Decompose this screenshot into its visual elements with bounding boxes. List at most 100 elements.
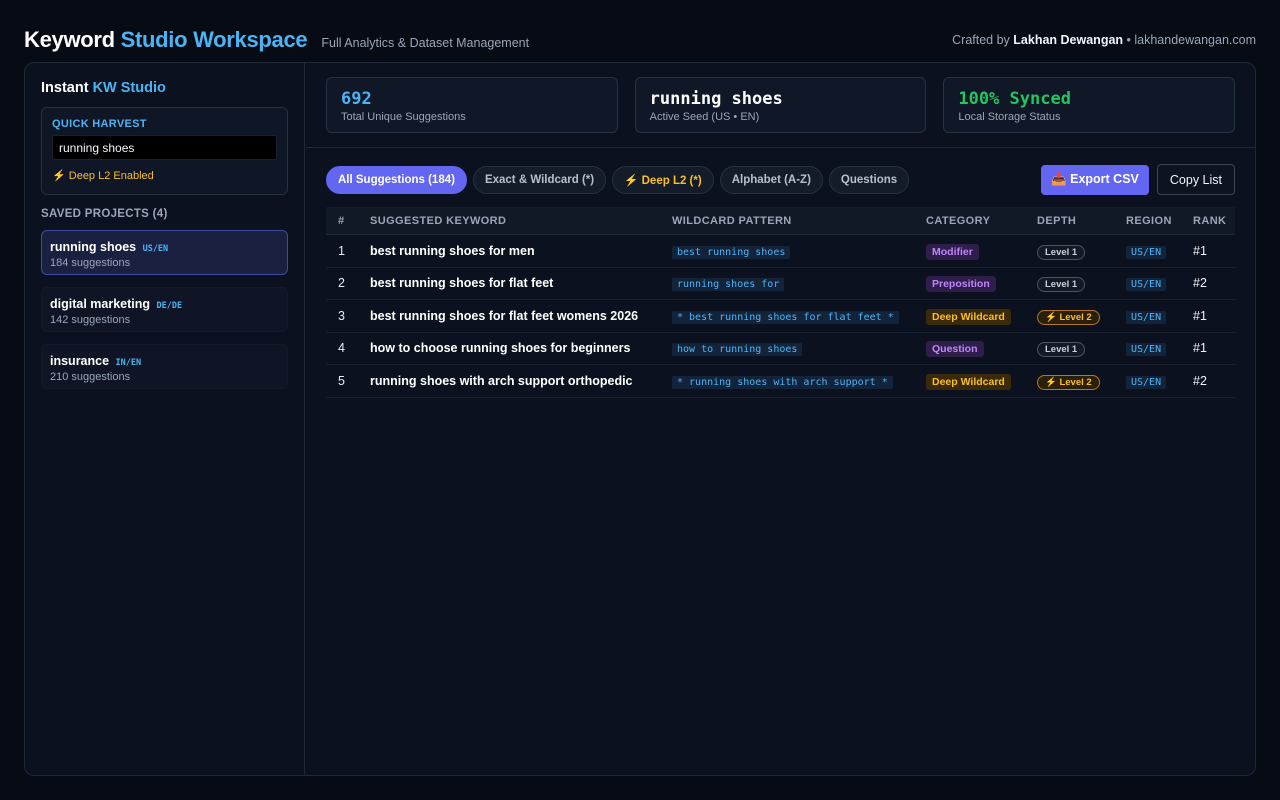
col-header-depth[interactable]: DEPTH [1037, 215, 1126, 227]
filter-chip-exact-wildcard[interactable]: Exact & Wildcard (*) [472, 165, 607, 194]
row-keyword: best running shoes for flat feet [370, 276, 554, 291]
sidebar-title: Instant KW Studio [41, 80, 288, 96]
stats-row: 692 Total Unique Suggestions running sho… [326, 77, 1236, 133]
stat-value: 100% Synced [958, 89, 1071, 109]
saved-projects-heading: SAVED PROJECTS (4) [41, 208, 168, 220]
stat-value: running shoes [649, 89, 783, 109]
col-header-rank[interactable]: RANK [1193, 215, 1233, 227]
workspace-frame: Instant KW Studio QUICK HARVEST ⚡ Deep L… [24, 62, 1256, 776]
export-csv-button[interactable]: 📥 Export CSV [1041, 164, 1149, 195]
row-number: 2 [338, 276, 345, 291]
row-category-badge: Deep Wildcard [926, 308, 1011, 325]
sidebar-title-accent: KW Studio [92, 80, 166, 96]
filter-chip-deep-l2[interactable]: ⚡ Deep L2 (*) [612, 165, 714, 194]
stat-storage-status: 100% Synced Local Storage Status [943, 77, 1236, 133]
stat-label: Total Unique Suggestions [341, 111, 466, 123]
suggestions-table: # SUGGESTED KEYWORD WILDCARD PATTERN CAT… [326, 207, 1235, 398]
project-name: digital marketing [50, 297, 151, 311]
row-depth-badge: Level 1 [1037, 342, 1086, 358]
table-header: # SUGGESTED KEYWORD WILDCARD PATTERN CAT… [326, 207, 1235, 235]
col-header-region[interactable]: REGION [1126, 215, 1193, 227]
app-title-accent: Studio Workspace [120, 27, 308, 52]
credit-website: • lakhandewangan.com [1126, 33, 1256, 47]
row-region-badge: US/EN [1126, 343, 1167, 357]
col-header-category[interactable]: CATEGORY [926, 215, 1037, 227]
project-item-insurance[interactable]: insurance IN/EN 210 suggestions [41, 344, 288, 389]
deep-l2-status: ⚡ Deep L2 Enabled [52, 170, 154, 182]
row-pattern: * best running shoes for flat feet * [672, 310, 899, 324]
row-pattern: running shoes for [672, 278, 785, 292]
row-rank: #2 [1193, 373, 1207, 388]
project-item-digital-marketing[interactable]: digital marketing DE/DE 142 suggestions [41, 287, 288, 332]
quick-harvest-input[interactable] [52, 135, 277, 160]
row-keyword: how to choose running shoes for beginner… [370, 341, 631, 356]
table-row[interactable]: 4 how to choose running shoes for beginn… [326, 333, 1235, 365]
sidebar-title-main: Instant [41, 80, 89, 96]
stat-total-suggestions: 692 Total Unique Suggestions [326, 77, 618, 133]
main-panel: 692 Total Unique Suggestions running sho… [306, 63, 1255, 775]
row-category-badge: Question [926, 341, 984, 358]
row-keyword: best running shoes for flat feet womens … [370, 308, 639, 323]
project-region: IN/EN [115, 358, 142, 368]
row-category-badge: Modifier [926, 243, 979, 260]
sidebar: Instant KW Studio QUICK HARVEST ⚡ Deep L… [25, 63, 305, 775]
credit-prefix: Crafted by [952, 33, 1010, 47]
col-header-pattern[interactable]: WILDCARD PATTERN [672, 215, 926, 227]
filter-chip-all[interactable]: All Suggestions (184) [326, 165, 467, 194]
project-count: 184 suggestions [50, 257, 131, 269]
row-region-badge: US/EN [1126, 278, 1167, 292]
table-row[interactable]: 5 running shoes with arch support orthop… [326, 365, 1235, 398]
project-count: 210 suggestions [50, 371, 131, 383]
row-category-badge: Preposition [926, 276, 996, 293]
row-depth-badge: Level 1 [1037, 244, 1086, 260]
row-keyword: running shoes with arch support orthoped… [370, 373, 633, 388]
row-region-badge: US/EN [1126, 375, 1167, 389]
quick-harvest-panel: QUICK HARVEST ⚡ Deep L2 Enabled [41, 107, 288, 195]
credit-line: Crafted by Lakhan Dewangan • lakhandewan… [952, 33, 1256, 47]
row-number: 3 [338, 308, 345, 323]
col-header-number[interactable]: # [326, 215, 370, 227]
stat-value: 692 [341, 89, 372, 109]
filter-chip-alphabet[interactable]: Alphabet (A-Z) [719, 165, 823, 194]
quick-harvest-label: QUICK HARVEST [52, 118, 147, 130]
app-title: Keyword Studio Workspace [24, 27, 308, 53]
top-header: Keyword Studio Workspace Full Analytics … [24, 22, 1256, 58]
row-number: 4 [338, 341, 345, 356]
row-rank: #1 [1193, 243, 1207, 258]
filter-toolbar: All Suggestions (184) Exact & Wildcard (… [326, 164, 1235, 195]
filter-chip-questions[interactable]: Questions [828, 165, 910, 194]
row-depth-badge: ⚡ Level 2 [1037, 309, 1100, 325]
table-row[interactable]: 3 best running shoes for flat feet women… [326, 300, 1235, 333]
row-pattern: best running shoes [672, 245, 791, 259]
row-number: 1 [338, 243, 345, 258]
table-row[interactable]: 1 best running shoes for men best runnin… [326, 235, 1235, 268]
row-rank: #1 [1193, 308, 1207, 323]
row-depth-badge: Level 1 [1037, 277, 1086, 293]
row-rank: #1 [1193, 341, 1207, 356]
section-divider [306, 147, 1255, 148]
stat-active-seed: running shoes Active Seed (US • EN) [634, 77, 927, 133]
project-region: DE/DE [156, 301, 183, 311]
project-name: insurance [50, 354, 110, 368]
app-title-main: Keyword [24, 27, 115, 52]
row-keyword: best running shoes for men [370, 243, 535, 258]
stat-label: Local Storage Status [958, 111, 1061, 123]
project-item-running-shoes[interactable]: running shoes US/EN 184 suggestions [41, 230, 288, 275]
row-number: 5 [338, 373, 345, 388]
col-header-keyword[interactable]: SUGGESTED KEYWORD [370, 215, 672, 227]
copy-list-button[interactable]: Copy List [1156, 164, 1235, 195]
row-rank: #2 [1193, 276, 1207, 291]
table-row[interactable]: 2 best running shoes for flat feet runni… [326, 268, 1235, 300]
project-count: 142 suggestions [50, 314, 131, 326]
row-category-badge: Deep Wildcard [926, 373, 1011, 390]
app-subtitle: Full Analytics & Dataset Management [321, 36, 530, 50]
row-region-badge: US/EN [1126, 245, 1167, 259]
row-pattern: * running shoes with arch support * [672, 375, 893, 389]
project-region: US/EN [142, 244, 169, 254]
credit-author: Lakhan Dewangan [1013, 33, 1124, 47]
stat-label: Active Seed (US • EN) [649, 111, 760, 123]
project-name: running shoes [50, 240, 137, 254]
row-region-badge: US/EN [1126, 310, 1167, 324]
row-pattern: how to running shoes [672, 343, 803, 357]
row-depth-badge: ⚡ Level 2 [1037, 374, 1100, 390]
